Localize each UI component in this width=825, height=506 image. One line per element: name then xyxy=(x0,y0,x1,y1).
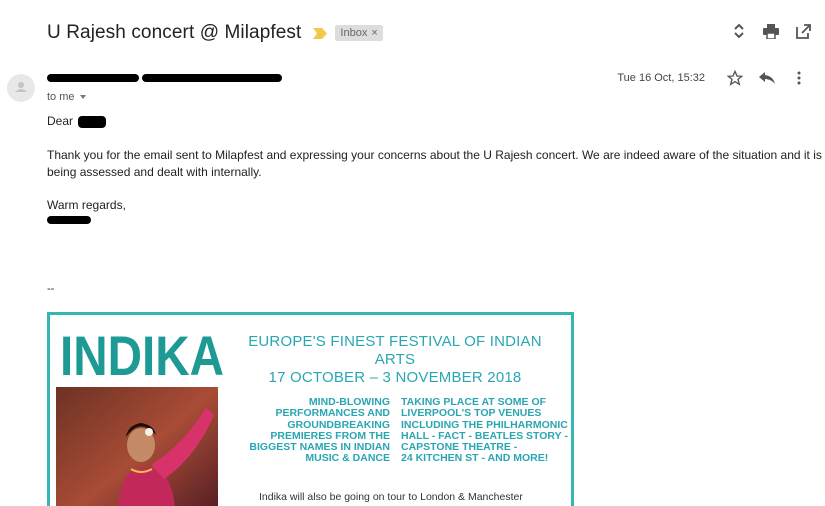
thread-toolbar xyxy=(731,22,811,40)
body-paragraph-line-1: Thank you for the email sent to Milapfes… xyxy=(47,148,822,162)
recipient-details[interactable]: to me xyxy=(47,91,86,103)
logo-text: INDIKA xyxy=(60,324,224,381)
sender-email-redaction xyxy=(142,74,282,82)
subject-row: U Rajesh concert @ Milapfest Inbox × xyxy=(47,20,383,46)
remove-label-icon[interactable]: × xyxy=(371,27,377,39)
headline-line-1: EUROPE'S FINEST FESTIVAL OF INDIAN ARTS xyxy=(248,333,542,368)
greeting-line: Dear xyxy=(47,113,107,130)
right-line: 24 KITCHEN ST - AND MORE! xyxy=(401,452,549,465)
message-actions xyxy=(727,69,807,87)
message-date: Tue 16 Oct, 15:32 xyxy=(617,72,705,84)
sender-name-redaction xyxy=(47,74,139,82)
inbox-label-chip[interactable]: Inbox × xyxy=(335,25,383,41)
email-subject: U Rajesh concert @ Milapfest xyxy=(47,22,302,43)
left-line: MUSIC & DANCE xyxy=(305,452,390,465)
signature-separator: -- xyxy=(47,283,55,295)
recipient-name-redaction xyxy=(78,115,107,128)
right-line: LIVERPOOL'S TOP VENUES xyxy=(401,407,542,420)
open-new-window-icon[interactable] xyxy=(795,22,811,40)
recipient-text: to me xyxy=(47,91,75,103)
signature-name-redaction xyxy=(47,216,91,224)
tour-text: Indika will also be going on tour to Lon… xyxy=(259,491,523,503)
signoff: Warm regards, xyxy=(47,198,126,212)
indika-festival-banner[interactable]: INDIKA EUROPE'S FINEST FESTIVAL OF INDIA… xyxy=(47,312,574,506)
sender-avatar[interactable] xyxy=(7,74,35,102)
greeting: Dear xyxy=(47,114,74,128)
reply-icon[interactable] xyxy=(759,69,775,87)
left-line: PERFORMANCES AND xyxy=(275,407,390,420)
indika-logo: INDIKA xyxy=(60,324,224,381)
dancer-photo xyxy=(56,387,218,506)
body-paragraph-line-2: being assessed and dealt with internally… xyxy=(47,165,262,179)
person-avatar-icon xyxy=(15,82,27,92)
expand-collapse-icon[interactable] xyxy=(731,22,747,40)
importance-marker-icon[interactable] xyxy=(313,27,328,39)
banner-headline: EUROPE'S FINEST FESTIVAL OF INDIAN ARTS … xyxy=(235,333,555,387)
star-icon[interactable] xyxy=(727,69,743,87)
more-vertical-icon[interactable] xyxy=(791,69,807,87)
inbox-label-text: Inbox xyxy=(340,27,368,39)
print-icon[interactable] xyxy=(763,22,779,40)
banner-left-column: MIND-BLOWING PERFORMANCES AND GROUNDBREA… xyxy=(240,396,390,465)
chevron-down-icon[interactable] xyxy=(79,95,86,99)
headline-line-2: 17 OCTOBER – 3 NOVEMBER 2018 xyxy=(268,369,522,386)
banner-right-column: TAKING PLACE AT SOME OF LIVERPOOL'S TOP … xyxy=(401,396,571,465)
